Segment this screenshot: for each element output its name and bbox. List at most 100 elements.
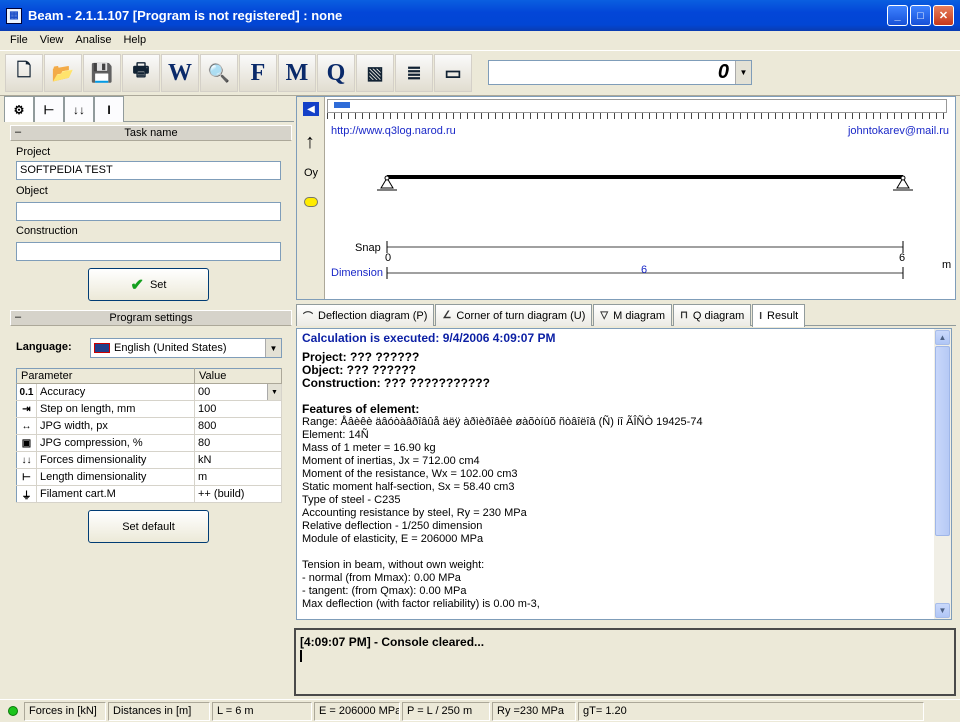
compression-icon: ▣ (16, 434, 37, 452)
ruler-icon[interactable]: ▭ (434, 54, 472, 92)
tab-corner-diagram[interactable]: ∠ Corner of turn diagram (U) (435, 304, 593, 326)
chevron-down-icon[interactable]: ▼ (265, 339, 281, 357)
email-link[interactable]: johntokarev@mail.ru (848, 125, 949, 137)
result-tabs: ⌒ Deflection diagram (P) ∠ Corner of turn … (296, 304, 956, 327)
param-name: Length dimensionality (36, 468, 195, 486)
scroll-thumb[interactable] (334, 102, 350, 108)
tab-result[interactable]: I Result (752, 304, 806, 327)
oy-label: Oy (304, 167, 319, 179)
chevron-down-icon[interactable]: ▼ (267, 384, 281, 400)
section-title: Program settings (109, 312, 193, 324)
check-icon: ✔ (130, 276, 144, 294)
scroll-down-icon[interactable]: ▼ (935, 603, 950, 618)
snap-label: Snap (355, 242, 381, 254)
project-input[interactable]: SOFTPEDIA TEST (16, 161, 281, 180)
set-button[interactable]: ✔ Set (88, 268, 209, 301)
vertical-scrollbar[interactable]: ▲ ▼ (934, 329, 951, 619)
q-zoom-icon[interactable]: Q (317, 54, 355, 92)
maximize-button[interactable]: □ (910, 5, 931, 26)
param-value[interactable]: 800 (194, 417, 282, 435)
calc-heading: Calculation is executed: 9/4/2006 4:09:0… (302, 331, 556, 345)
comment-icon[interactable] (304, 197, 318, 207)
tab-loads[interactable]: ↓↓ (64, 96, 94, 122)
set-default-button[interactable]: Set default (88, 510, 209, 543)
zoom-value: 0 (717, 61, 729, 83)
language-value: English (United States) (114, 342, 227, 354)
project-label: Project (16, 146, 51, 158)
m-zoom-icon[interactable]: M (278, 54, 316, 92)
app-icon: ▦ (6, 7, 22, 24)
result-line: Type of steel - C235 (302, 494, 401, 506)
table-row[interactable]: 0.1 Accuracy 00 ▼ (16, 383, 282, 401)
object-input[interactable] (16, 202, 281, 221)
section-title: Task name (124, 127, 178, 139)
collapse-icon[interactable]: – (15, 310, 21, 324)
notes-icon[interactable]: ≣ (395, 54, 433, 92)
table-row[interactable]: ⏚ Filament cart.M ++ (build) (16, 485, 282, 503)
scroll-up-icon[interactable]: ▲ (935, 330, 950, 345)
horizontal-scrollbar[interactable] (327, 99, 947, 113)
back-arrow-icon[interactable]: ◀ (303, 102, 319, 116)
menu-file[interactable]: File (4, 34, 34, 46)
table-row[interactable]: ↓↓ Forces dimensionality kN (16, 451, 282, 469)
language-select[interactable]: English (United States) ▼ (90, 338, 282, 358)
f-zoom-icon[interactable]: F (239, 54, 277, 92)
up-arrow-icon: ↑ (305, 131, 315, 153)
length-icon: ⊢ (16, 468, 37, 486)
param-value[interactable]: 80 (194, 434, 282, 452)
zoom-icon[interactable]: 🔍 (200, 54, 238, 92)
console-panel[interactable]: [4:09:07 PM] - Console cleared... (294, 628, 956, 696)
chevron-down-icon[interactable]: ▼ (735, 61, 751, 84)
table-row[interactable]: ↔ JPG width, px 800 (16, 417, 282, 435)
param-value[interactable]: 00 ▼ (194, 383, 282, 401)
website-link[interactable]: http://www.q3log.narod.ru (331, 125, 456, 137)
param-value[interactable]: 100 (194, 400, 282, 418)
table-row[interactable]: ⊢ Length dimensionality m (16, 468, 282, 486)
menu-analise[interactable]: Analise (69, 34, 117, 46)
snap-start: 0 (385, 252, 392, 264)
task-name-section[interactable]: – Task name (10, 125, 292, 141)
close-button[interactable]: ✕ (933, 5, 954, 26)
table-row[interactable]: ▣ JPG compression, % 80 (16, 434, 282, 452)
forces-icon: ↓↓ (16, 451, 37, 469)
minimize-button[interactable]: _ (887, 5, 908, 26)
menu-help[interactable]: Help (117, 34, 152, 46)
save-icon[interactable]: 💾 (83, 54, 121, 92)
program-settings-section[interactable]: – Program settings (10, 310, 292, 326)
table-row[interactable]: ⇥ Step on length, mm 100 (16, 400, 282, 418)
tab-deflection-diagram[interactable]: ⌒ Deflection diagram (P) (296, 304, 435, 326)
construction-input[interactable] (16, 242, 281, 261)
set-button-label: Set (149, 278, 167, 291)
result-icon: I (759, 310, 763, 322)
new-icon[interactable]: 🗋 (5, 54, 43, 92)
open-folder-icon[interactable]: 📂 (44, 54, 82, 92)
param-value[interactable]: kN (194, 451, 282, 469)
param-value[interactable]: ++ (build) (194, 485, 282, 503)
collapse-icon[interactable]: – (15, 125, 21, 139)
param-value[interactable]: m (194, 468, 282, 486)
tab-q-diagram[interactable]: ⊓ Q diagram (673, 304, 752, 326)
print-icon[interactable]: 🖶 (122, 54, 160, 92)
status-length: L = 6 m (212, 701, 312, 721)
beam-drawing (377, 175, 913, 279)
status-distances: Distances in [m] (108, 701, 210, 721)
hatch-icon[interactable]: ▧ (356, 54, 394, 92)
dimension-value: 6 (641, 264, 648, 276)
result-line: Relative deflection - 1/250 dimension (302, 520, 483, 532)
canvas-sidebar: ◀ ↑ Oy (297, 97, 325, 299)
tab-m-diagram[interactable]: ▽ M diagram (593, 304, 673, 326)
word-export-icon[interactable]: W (161, 54, 199, 92)
tab-supports[interactable]: ⊢ (34, 96, 64, 122)
beam-canvas[interactable]: ◀ ↑ Oy http://www.q3log.narod.ru johntok… (296, 96, 956, 300)
window-title: Beam - 2.1.1.107 [Program is not registe… (28, 8, 343, 23)
zoom-select[interactable]: 0 ▼ (488, 60, 752, 85)
filament-icon: ⏚ (16, 485, 37, 503)
ruler-ticks (327, 113, 947, 119)
result-text-area[interactable]: Calculation is executed: 9/4/2006 4:09:0… (296, 328, 952, 620)
tab-settings[interactable]: ⚙ (4, 96, 34, 123)
tab-section[interactable]: I (94, 96, 124, 122)
scroll-thumb[interactable] (935, 346, 950, 536)
features-heading: Features of element: (302, 402, 420, 416)
status-bar: Forces in [kN] Distances in [m] L = 6 m … (0, 699, 960, 722)
menu-view[interactable]: View (34, 34, 70, 46)
